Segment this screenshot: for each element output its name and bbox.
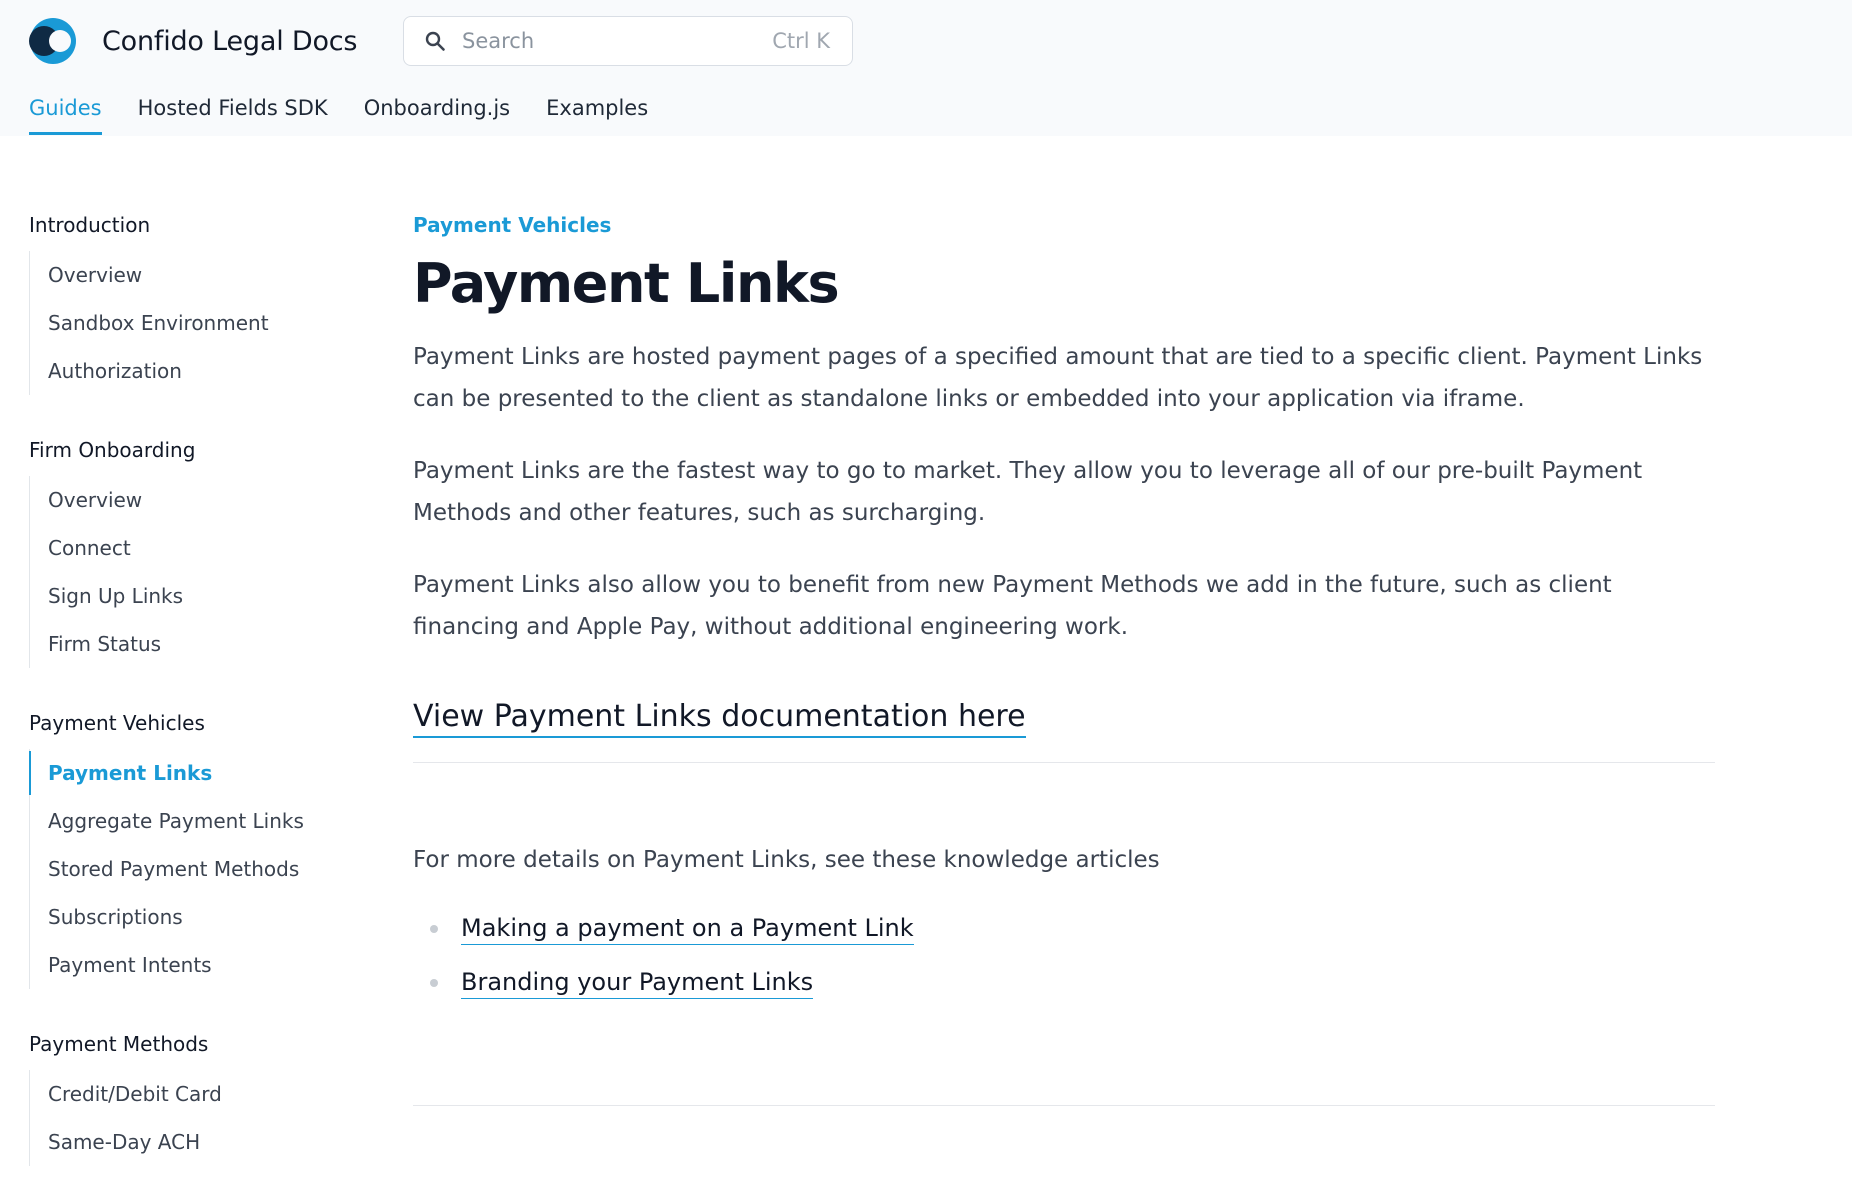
confido-logo-icon bbox=[29, 18, 76, 64]
nav-section-payment-methods: Payment Methods Credit/Debit Card Same-D… bbox=[29, 1027, 359, 1166]
list-item: Branding your Payment Links bbox=[413, 955, 1715, 1009]
sidebar-item-payment-intents[interactable]: Payment Intents bbox=[30, 941, 359, 989]
body-paragraph: Payment Links are the fastest way to go … bbox=[413, 458, 1643, 526]
list-item: Making a payment on a Payment Link bbox=[413, 901, 1715, 955]
sidebar-item-connect[interactable]: Connect bbox=[30, 524, 359, 572]
nav-list: Payment Links Aggregate Payment Links St… bbox=[29, 749, 359, 989]
tab-guides[interactable]: Guides bbox=[29, 96, 102, 136]
sidebar-item-sign-up-links[interactable]: Sign Up Links bbox=[30, 572, 359, 620]
nav-heading: Firm Onboarding bbox=[29, 438, 196, 462]
body-paragraph: Payment Links also allow you to benefit … bbox=[413, 572, 1612, 640]
main-content: Payment Vehicles Payment Links Payment L… bbox=[413, 208, 1715, 1106]
tab-onboarding-js[interactable]: Onboarding.js bbox=[364, 96, 510, 136]
sidebar-item-firm-status[interactable]: Firm Status bbox=[30, 620, 359, 668]
search-icon bbox=[425, 31, 445, 51]
nav-section-payment-vehicles: Payment Vehicles Payment Links Aggregate… bbox=[29, 706, 359, 989]
brand-name: Confido Legal Docs bbox=[102, 25, 358, 57]
search-box[interactable]: Search Ctrl K bbox=[403, 16, 853, 66]
sidebar-item-aggregate-payment-links[interactable]: Aggregate Payment Links bbox=[30, 797, 359, 845]
nav-list: Overview Connect Sign Up Links Firm Stat… bbox=[29, 476, 359, 668]
divider bbox=[413, 1105, 1715, 1106]
sidebar-item-same-day-ach[interactable]: Same-Day ACH bbox=[30, 1118, 359, 1166]
intro-paragraph: Payment Links are hosted payment pages o… bbox=[413, 344, 1703, 412]
sidebar-item-stored-payment-methods[interactable]: Stored Payment Methods bbox=[30, 845, 359, 893]
top-header: Confido Legal Docs Search Ctrl K Guides … bbox=[0, 0, 1852, 136]
nav-list: Credit/Debit Card Same-Day ACH bbox=[29, 1070, 359, 1166]
brand[interactable]: Confido Legal Docs bbox=[29, 16, 358, 66]
search-shortcut-hint: Ctrl K bbox=[772, 29, 830, 53]
sidebar-item-authorization[interactable]: Authorization bbox=[30, 347, 359, 395]
sidebar-item-credit-debit-card[interactable]: Credit/Debit Card bbox=[30, 1070, 359, 1118]
sidebar-item-subscriptions[interactable]: Subscriptions bbox=[30, 893, 359, 941]
nav-section-introduction: Introduction Overview Sandbox Environmen… bbox=[29, 208, 359, 395]
sidebar-nav: Introduction Overview Sandbox Environmen… bbox=[29, 208, 359, 1204]
nav-list: Overview Sandbox Environment Authorizati… bbox=[29, 251, 359, 395]
sidebar-item-sandbox-environment[interactable]: Sandbox Environment bbox=[30, 299, 359, 347]
top-tabs: Guides Hosted Fields SDK Onboarding.js E… bbox=[29, 96, 684, 136]
nav-heading: Payment Methods bbox=[29, 1032, 209, 1056]
nav-heading: Introduction bbox=[29, 213, 151, 237]
tab-hosted-fields-sdk[interactable]: Hosted Fields SDK bbox=[138, 96, 328, 136]
page-title: Payment Links bbox=[413, 252, 840, 315]
search-placeholder: Search bbox=[462, 29, 535, 53]
bullet-icon bbox=[430, 925, 438, 933]
knowledge-articles-intro: For more details on Payment Links, see t… bbox=[413, 847, 1160, 873]
tab-examples[interactable]: Examples bbox=[546, 96, 648, 136]
sidebar-item-payment-links[interactable]: Payment Links bbox=[29, 749, 359, 797]
sidebar-item-overview[interactable]: Overview bbox=[30, 251, 359, 299]
article-link-making-a-payment[interactable]: Making a payment on a Payment Link bbox=[461, 912, 914, 945]
section-eyebrow: Payment Vehicles bbox=[413, 213, 612, 237]
documentation-link[interactable]: View Payment Links documentation here bbox=[413, 698, 1026, 738]
divider bbox=[413, 762, 1715, 763]
nav-heading: Payment Vehicles bbox=[29, 711, 205, 735]
nav-section-firm-onboarding: Firm Onboarding Overview Connect Sign Up… bbox=[29, 433, 359, 668]
bullet-icon bbox=[430, 979, 438, 987]
article-link-branding[interactable]: Branding your Payment Links bbox=[461, 966, 814, 999]
knowledge-article-list: Making a payment on a Payment Link Brand… bbox=[413, 901, 1715, 1009]
sidebar-item-onboarding-overview[interactable]: Overview bbox=[30, 476, 359, 524]
